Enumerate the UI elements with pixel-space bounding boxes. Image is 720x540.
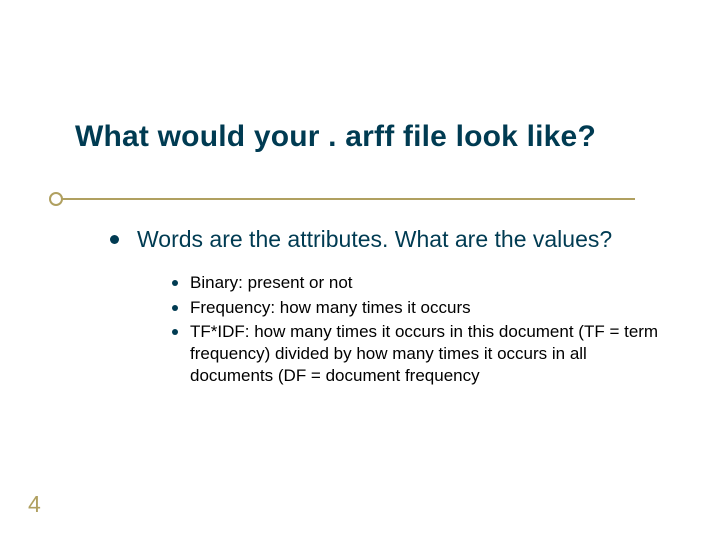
main-bullet: Words are the attributes. What are the v… [110, 225, 660, 254]
page-number: 4 [28, 491, 41, 518]
bullet-icon [172, 280, 178, 286]
sub-bullet: TF*IDF: how many times it occurs in this… [172, 321, 660, 387]
sub-bullet-text: Binary: present or not [190, 272, 353, 294]
slide-title: What would your . arff file look like? [75, 120, 680, 154]
main-bullet-text: Words are the attributes. What are the v… [137, 225, 612, 254]
sub-bullet: Binary: present or not [172, 272, 660, 294]
sub-bullet-text: TF*IDF: how many times it occurs in this… [190, 321, 660, 387]
sub-bullet-list: Binary: present or not Frequency: how ma… [172, 272, 660, 386]
bullet-icon [172, 329, 178, 335]
slide-content: Words are the attributes. What are the v… [110, 225, 660, 389]
bullet-icon [172, 305, 178, 311]
bullet-icon [110, 235, 119, 244]
sub-bullet-text: Frequency: how many times it occurs [190, 297, 471, 319]
slide-title-area: What would your . arff file look like? [75, 120, 680, 154]
title-underline [0, 192, 720, 206]
sub-bullet: Frequency: how many times it occurs [172, 297, 660, 319]
